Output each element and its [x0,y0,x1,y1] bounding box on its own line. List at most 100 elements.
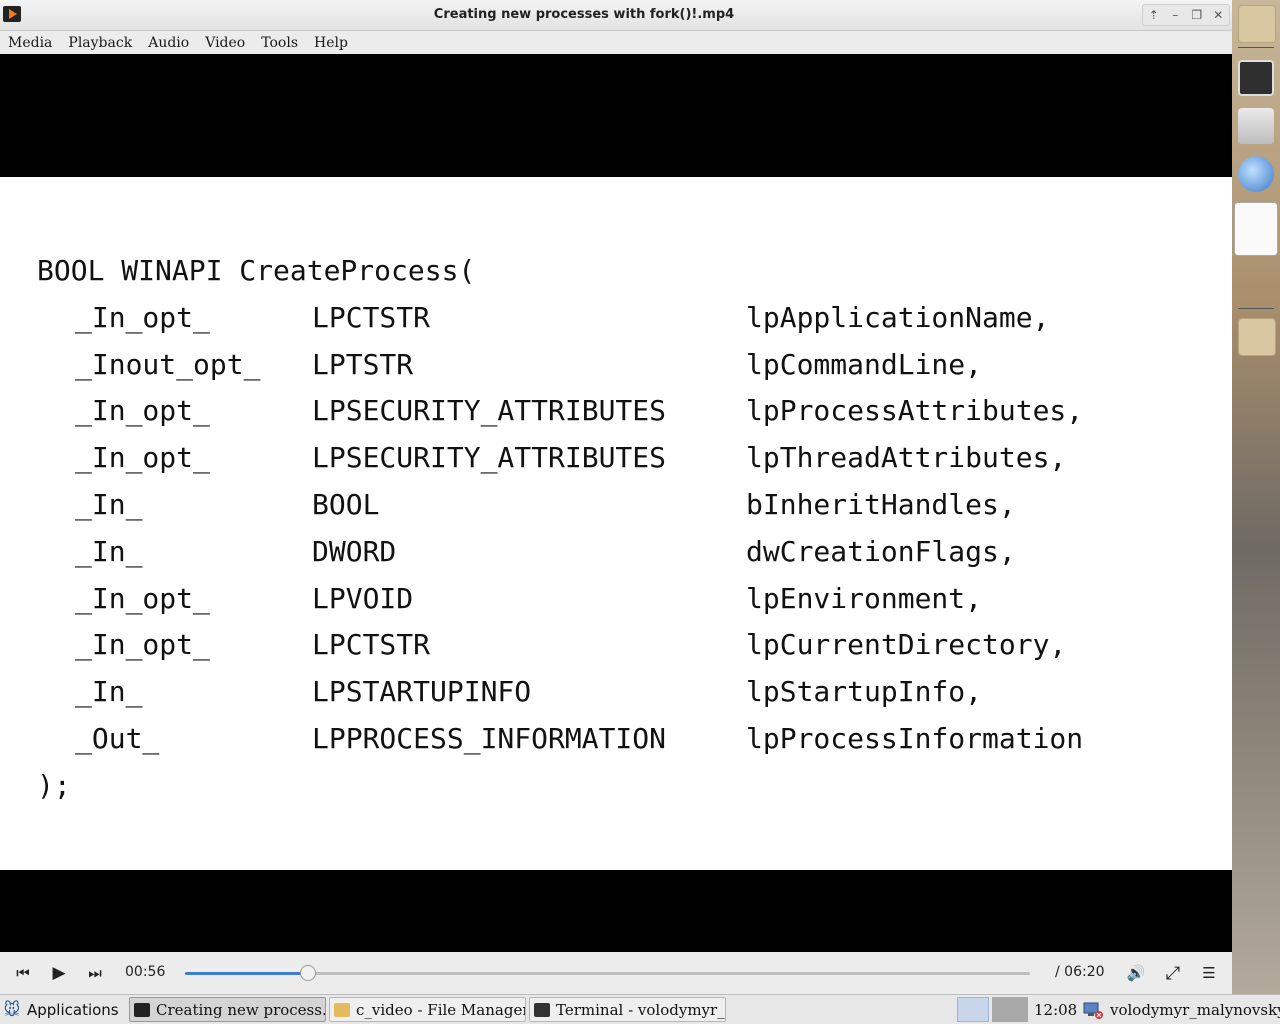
dock-separator [1238,47,1274,48]
code-line: _In_opt_ LPCTSTR lpCurrentDirectory, [37,622,1146,669]
code-keyword [37,295,75,342]
total-time: / 06:20 [1055,964,1105,980]
code-line: _Inout_opt_ LPTSTR lpCommandLine, [37,342,1146,389]
next-icon[interactable]: ⏭ [82,960,108,986]
code-annotation: _Inout_opt_ [75,347,261,381]
code-keyword: BOOL WINAPI CreateProcess( [37,254,476,287]
code-keyword [37,435,75,482]
fullscreen-icon[interactable]: ⤢ [1160,960,1186,986]
video-area[interactable]: BOOL WINAPI CreateProcess( _In_opt_ LPCTST… [0,54,1232,952]
code-param: lpCommandLine, [746,347,983,381]
code-param: bInheritHandles, [746,487,1016,521]
playlist-icon[interactable]: ☰ [1196,960,1222,986]
seek-progress [185,972,309,975]
code-type [712,248,1146,295]
player-controls: ⏮ ▶ ⏭ 00:56 / 06:20 🔊 ⤢ ☰ [0,952,1232,994]
file-cabinet-icon[interactable] [1238,108,1274,144]
tray-workspace-icon[interactable] [992,997,1028,1022]
task-terminal[interactable]: Terminal - volodymyr_... [529,997,726,1022]
vlc-icon [134,1002,150,1017]
code-type [308,763,742,810]
menu-help[interactable]: Help [306,35,356,51]
play-icon[interactable]: ▶ [46,960,72,986]
code-type: LPSTARTUPINFO [312,675,532,709]
code-param: lpThreadAttributes, [746,441,1067,475]
menu-bar: Media Playback Audio Video Tools Help [0,31,1232,54]
username[interactable]: volodymyr_malynovskyi [1110,1001,1280,1019]
volume-icon[interactable]: 🔊 [1124,960,1148,986]
code-annotation: _In_opt_ [75,441,210,475]
code-annotation: _In_ [75,487,143,521]
menu-playback[interactable]: Playback [60,35,140,51]
code-annotation: _In_ [75,675,143,709]
code-annotation: _In_ [75,534,143,568]
network-icon[interactable] [1082,1000,1104,1020]
task-vlc[interactable]: Creating new process... [129,997,326,1022]
terminal-icon [534,1002,550,1017]
code-keyword [37,529,75,576]
menu-media[interactable]: Media [0,35,60,51]
applications-label: Applications [27,1000,119,1019]
code-param: lpProcessAttributes, [746,394,1084,428]
desktop-dock [1232,0,1280,994]
code-block: BOOL WINAPI CreateProcess( _In_opt_ LPCTST… [37,248,1146,810]
video-frame-slide: BOOL WINAPI CreateProcess( _In_opt_ LPCTST… [0,177,1232,870]
code-type: LPCTSTR [312,628,431,662]
shade-icon[interactable]: ⇡ [1145,6,1163,24]
vlc-window: Creating new processes with fork()!.mp4 … [0,0,1232,994]
task-label: Terminal - volodymyr_... [556,1000,726,1019]
code-param: lpCurrentDirectory, [746,628,1067,662]
code-line: _In_ LPSTARTUPINFO lpStartupInfo, [37,669,1146,716]
window-title: Creating new processes with fork()!.mp4 [433,7,735,22]
code-keyword [37,388,75,435]
menu-video[interactable]: Video [197,35,253,51]
code-annotation [71,763,308,810]
code-line: _In_opt_ LPSECURITY_ATTRIBUTES lpThreadAtt… [37,435,1146,482]
code-keyword [37,482,75,529]
code-type: LPSECURITY_ATTRIBUTES [312,394,667,428]
code-line: _In_opt_ LPCTSTR lpApplicationName, [37,295,1146,342]
code-keyword: ); [37,768,71,802]
tray-vlc-icon[interactable] [957,997,989,1022]
previous-icon[interactable]: ⏮ [10,960,36,986]
folder-icon [334,1002,350,1017]
minimize-icon[interactable]: – [1166,6,1184,24]
task-label: Creating new process... [156,1000,326,1019]
code-type: BOOL [312,487,380,521]
code-type: DWORD [312,534,397,568]
task-label: c_video - File Manager [356,1000,526,1019]
code-type: LPVOID [312,581,414,615]
web-browser-icon[interactable] [1238,156,1274,192]
code-line: _In_ BOOL bInheritHandles, [37,482,1146,529]
code-keyword [37,342,75,389]
terminal-launcher-icon[interactable] [1238,60,1274,96]
code-annotation: _In_opt_ [75,628,210,662]
title-bar[interactable]: Creating new processes with fork()!.mp4 … [0,0,1232,31]
code-keyword [37,622,75,669]
folder-icon[interactable] [1238,318,1276,356]
code-line: _In_opt_ LPVOID lpEnvironment, [37,576,1146,623]
menu-tools[interactable]: Tools [253,35,306,51]
code-line: BOOL WINAPI CreateProcess( [37,248,1146,295]
applications-menu[interactable]: 🐭 Applications [2,997,119,1022]
home-folder-icon[interactable] [1238,5,1276,43]
code-annotation [475,248,712,295]
seek-slider[interactable] [185,965,1030,981]
elapsed-time: 00:56 [125,964,166,980]
maximize-icon[interactable]: ❐ [1188,6,1206,24]
code-param: lpEnvironment, [746,581,983,615]
code-param: lpApplicationName, [746,300,1050,334]
code-line: _In_opt_ LPSECURITY_ATTRIBUTES lpProcessAt… [37,388,1146,435]
code-annotation: _In_opt_ [75,300,210,334]
code-type: LPTSTR [312,347,414,381]
windows-switcher-icon[interactable] [1234,202,1278,256]
clock[interactable]: 12:08 [1034,1001,1077,1019]
code-type: LPPROCESS_INFORMATION [312,721,667,755]
code-type: LPCTSTR [312,300,431,334]
task-file-manager[interactable]: c_video - File Manager [329,997,526,1022]
close-icon[interactable]: ✕ [1209,6,1227,24]
menu-audio[interactable]: Audio [140,35,197,51]
seek-handle[interactable] [300,965,317,981]
code-param: dwCreationFlags, [746,534,1016,568]
code-annotation: _In_opt_ [75,581,210,615]
